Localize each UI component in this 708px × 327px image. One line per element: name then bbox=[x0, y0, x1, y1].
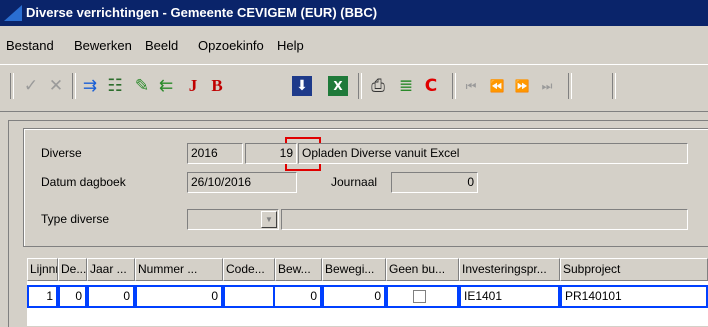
journaal-label: Journaal bbox=[331, 175, 378, 189]
chevron-down-icon[interactable]: ▼ bbox=[261, 211, 277, 228]
list-indent-icon[interactable]: ⇉ bbox=[79, 75, 101, 97]
excel-icon[interactable]: X bbox=[328, 76, 348, 96]
window-title: Diverse verrichtingen - Gemeente CEVIGEM… bbox=[26, 5, 378, 20]
menu-bestand[interactable]: Bestand bbox=[6, 38, 54, 53]
diverse-label: Diverse bbox=[41, 146, 82, 160]
c-red-icon[interactable]: C bbox=[420, 75, 442, 97]
toolbar-separator bbox=[612, 73, 616, 99]
first-record-icon[interactable]: ⏮ bbox=[460, 75, 482, 97]
list-check-icon[interactable]: ≣ bbox=[395, 75, 417, 97]
toolbar-separator bbox=[452, 73, 456, 99]
cell-nummer[interactable]: 0 bbox=[135, 285, 223, 308]
cell-investeringsproject[interactable]: IE1401 bbox=[459, 285, 560, 308]
grid-header-code[interactable]: Code... bbox=[223, 258, 275, 281]
cell-bew[interactable]: 0 bbox=[275, 285, 322, 308]
diverse-year-field[interactable]: 2016 bbox=[187, 143, 243, 164]
type-diverse-label: Type diverse bbox=[41, 212, 110, 226]
toolbar-separator bbox=[72, 73, 76, 99]
grid-header-nummer[interactable]: Nummer ... bbox=[135, 258, 223, 281]
app-logo-icon bbox=[4, 5, 22, 21]
grid-header-bewegi[interactable]: Bewegi... bbox=[322, 258, 386, 281]
import-excel-button[interactable]: ⬇ bbox=[292, 76, 312, 96]
menu-bewerken[interactable]: Bewerken bbox=[74, 38, 132, 53]
last-record-icon[interactable]: ⏭ bbox=[536, 75, 558, 97]
previous-record-icon[interactable]: ⏪ bbox=[486, 75, 508, 97]
datum-dagboek-label: Datum dagboek bbox=[41, 175, 126, 189]
cell-code[interactable] bbox=[223, 285, 275, 308]
cell-de[interactable]: 0 bbox=[58, 285, 87, 308]
next-record-icon[interactable]: ⏩ bbox=[511, 75, 533, 97]
list-edit-icon[interactable]: ⇇ bbox=[155, 75, 177, 97]
grid-header-de[interactable]: De... bbox=[58, 258, 87, 281]
grid-header-subproject[interactable]: Subproject bbox=[560, 258, 708, 281]
toolbar-separator bbox=[568, 73, 572, 99]
lines-grid: Lijnnr De... Jaar ... Nummer ... Code...… bbox=[27, 258, 708, 326]
toolbar-separator bbox=[358, 73, 362, 99]
toolbar-separator bbox=[10, 73, 14, 99]
cell-bewegi[interactable]: 0 bbox=[322, 285, 386, 308]
grid-header-lijnnr[interactable]: Lijnnr bbox=[27, 258, 58, 281]
journal-j-icon[interactable]: J bbox=[182, 75, 204, 97]
cell-jaar[interactable]: 0 bbox=[87, 285, 135, 308]
menu-bar: Bestand Bewerken Beeld Opzoekinfo Help bbox=[0, 36, 708, 60]
confirm-icon[interactable]: ✓ bbox=[20, 75, 42, 97]
menu-beeld[interactable]: Beeld bbox=[145, 38, 178, 53]
cancel-icon[interactable]: ✕ bbox=[45, 75, 67, 97]
cell-geen-bu[interactable] bbox=[386, 285, 459, 308]
datum-dagboek-field[interactable]: 26/10/2016 bbox=[187, 172, 297, 193]
grid-header-geen-bu[interactable]: Geen bu... bbox=[386, 258, 459, 281]
bold-b-icon[interactable]: B bbox=[206, 75, 228, 97]
grid-header-bew[interactable]: Bew... bbox=[275, 258, 322, 281]
journaal-field[interactable]: 0 bbox=[391, 172, 478, 193]
type-diverse-description bbox=[281, 209, 688, 230]
diverse-description-field[interactable]: Opladen Diverse vanuit Excel bbox=[298, 143, 688, 164]
title-bar: Diverse verrichtingen - Gemeente CEVIGEM… bbox=[0, 0, 708, 26]
cell-lijnnr[interactable]: 1 bbox=[27, 285, 58, 308]
menu-help[interactable]: Help bbox=[277, 38, 304, 53]
header-form: Diverse 2016 19 Opladen Diverse vanuit E… bbox=[23, 128, 708, 247]
grid-header-investeringsproject[interactable]: Investeringspr... bbox=[459, 258, 560, 281]
edit-pencil-icon[interactable]: ✎ bbox=[131, 75, 153, 97]
grid-header-jaar[interactable]: Jaar ... bbox=[87, 258, 135, 281]
toolbar: ✓ ✕ ⇉ ☷ ✎ ⇇ J B ⬇ X ⎙ ≣ C ⏮ ⏪ ⏩ ⏭ bbox=[0, 64, 708, 171]
menu-opzoekinfo[interactable]: Opzoekinfo bbox=[198, 38, 264, 53]
document-tree-icon[interactable]: ☷ bbox=[104, 75, 126, 97]
print-icon[interactable]: ⎙ bbox=[367, 75, 389, 97]
cell-subproject[interactable]: PR140101 bbox=[560, 285, 708, 308]
checkbox[interactable] bbox=[413, 290, 426, 304]
diverse-number-field[interactable]: 19 bbox=[245, 143, 297, 164]
